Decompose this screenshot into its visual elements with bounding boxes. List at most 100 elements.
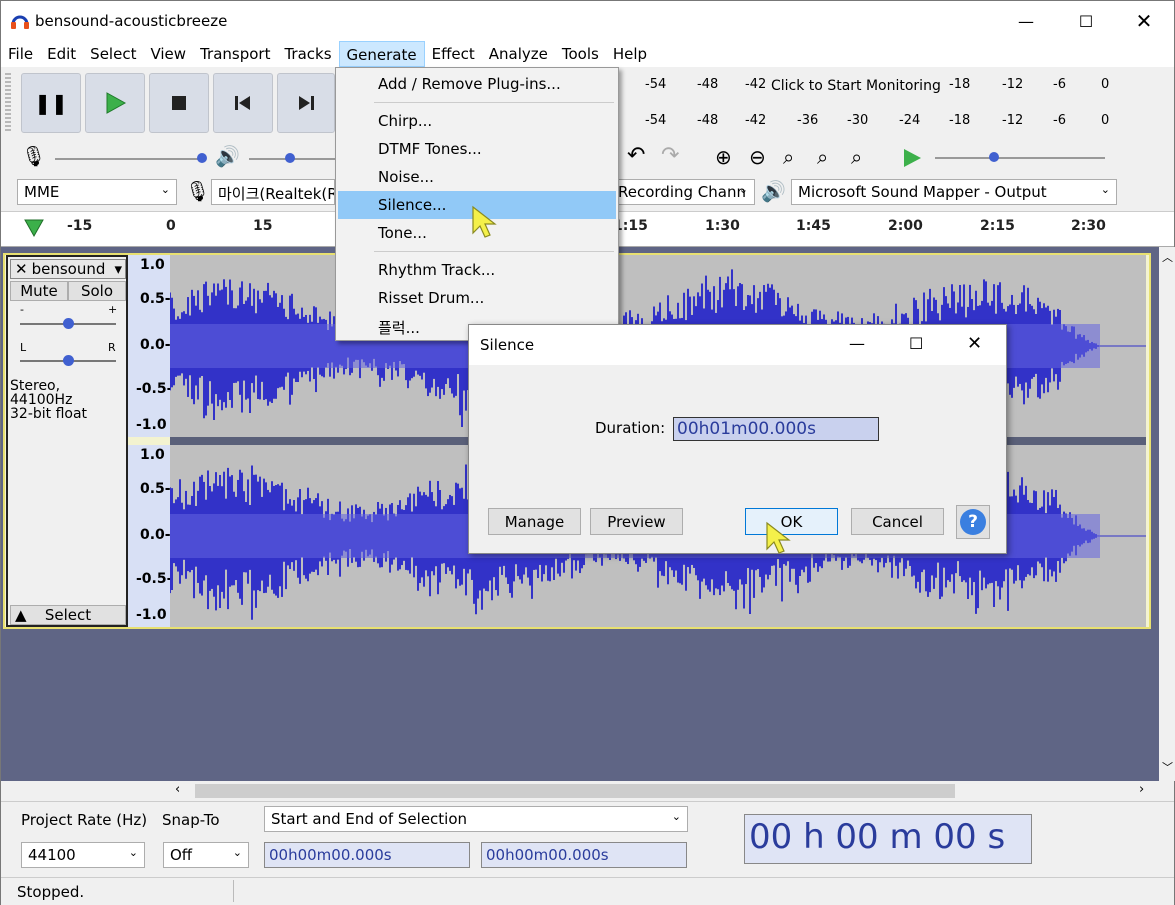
- gain-plus-label: +: [108, 303, 118, 316]
- recording-device-select[interactable]: 마이크(Realtek(R): [211, 179, 335, 205]
- vertical-scale[interactable]: 1.0 0.5- 0.0- -0.5- -1.0: [128, 255, 172, 437]
- fit-project-icon[interactable]: ⌕: [817, 145, 828, 169]
- zoom-toggle-icon[interactable]: ⌕: [851, 145, 862, 169]
- stop-button[interactable]: [149, 73, 209, 133]
- help-button[interactable]: ?: [956, 505, 990, 539]
- meter-tick: -42: [745, 113, 767, 128]
- play-at-speed-icon[interactable]: [901, 147, 923, 169]
- solo-button[interactable]: Solo: [68, 281, 126, 301]
- menu-item-chirp[interactable]: Chirp...: [338, 107, 616, 135]
- track-name-menu[interactable]: ✕ bensound ▾: [10, 259, 126, 279]
- selection-start-time[interactable]: 00h00m00.000s: [264, 842, 470, 868]
- menu-item-risset-drum[interactable]: Risset Drum...: [338, 284, 616, 312]
- mouse-cursor-icon: [472, 205, 497, 238]
- meter-tick: -36: [797, 113, 819, 128]
- preview-button[interactable]: Preview: [590, 508, 683, 535]
- recording-volume-slider[interactable]: [55, 158, 205, 160]
- menu-transport[interactable]: Transport: [193, 41, 277, 67]
- track-name: bensound: [31, 260, 106, 278]
- microphone-icon: 🎙: [185, 179, 211, 203]
- duration-input[interactable]: 00h01m00.000s: [673, 417, 879, 441]
- menu-select[interactable]: Select: [83, 41, 143, 67]
- audio-position-display[interactable]: 00 h 00 m 00 s: [744, 814, 1032, 864]
- meter-tick: -42: [745, 77, 767, 92]
- meter-tick: -12: [1002, 77, 1024, 92]
- menu-item-rhythm-track[interactable]: Rhythm Track...: [338, 256, 616, 284]
- undo-icon[interactable]: ↶: [627, 143, 645, 168]
- menu-analyze[interactable]: Analyze: [482, 41, 555, 67]
- dialog-minimize-button[interactable]: —: [849, 334, 865, 353]
- stop-icon: [172, 96, 186, 110]
- ruler-label: -15: [67, 218, 93, 234]
- edit-toolbar: ↶ ↷ ⊕ ⊖ ⌕ ⌕ ⌕: [623, 143, 1123, 173]
- menu-help[interactable]: Help: [606, 41, 654, 67]
- slider-thumb[interactable]: [989, 152, 999, 162]
- selection-mode-select[interactable]: Start and End of Selection ⌄: [264, 806, 688, 832]
- skip-end-icon: [299, 96, 314, 110]
- cancel-button[interactable]: Cancel: [851, 508, 944, 535]
- menu-item-dtmf-tones[interactable]: DTMF Tones...: [338, 135, 616, 163]
- audacity-logo-icon: [11, 15, 29, 29]
- horizontal-scrollbar[interactable]: ‹ ›: [169, 781, 1159, 801]
- playback-meter[interactable]: -54 -48 -42 -36 -30 -24 -18 -12 -6 0: [619, 107, 1119, 135]
- maximize-button[interactable]: ☐: [1056, 1, 1116, 41]
- status-bar: Stopped.: [1, 877, 1174, 905]
- zoom-in-icon[interactable]: ⊕: [715, 145, 732, 169]
- skip-to-end-button[interactable]: [277, 73, 335, 133]
- selection-toolbar: Project Rate (Hz) Snap-To Start and End …: [1, 801, 1174, 877]
- scroll-up-icon: ︿: [1162, 251, 1173, 264]
- menu-effect[interactable]: Effect: [425, 41, 482, 67]
- ruler-label: 0: [166, 218, 176, 234]
- menu-bar: File Edit Select View Transport Tracks G…: [1, 41, 1174, 67]
- ruler-label: 2:30: [1071, 218, 1106, 234]
- duration-label: Duration:: [595, 419, 666, 437]
- selection-end-time[interactable]: 00h00m00.000s: [481, 842, 687, 868]
- minimize-button[interactable]: —: [996, 1, 1056, 41]
- menu-view[interactable]: View: [143, 41, 193, 67]
- slider-thumb[interactable]: [63, 318, 74, 329]
- recording-meter[interactable]: -54 -48 -42 Click to Start Monitoring -1…: [619, 71, 1119, 101]
- play-speed-slider[interactable]: [935, 157, 1105, 159]
- mute-button[interactable]: Mute: [10, 281, 68, 301]
- dialog-close-button[interactable]: ✕: [967, 333, 982, 354]
- recording-channels-select[interactable]: Recording Chann ⌄: [613, 179, 755, 205]
- menu-item-add-remove-plugins[interactable]: Add / Remove Plug-ins...: [338, 70, 616, 98]
- meter-tick: -54: [645, 77, 667, 92]
- slider-thumb[interactable]: [63, 355, 74, 366]
- menu-tools[interactable]: Tools: [555, 41, 606, 67]
- slider-thumb[interactable]: [285, 153, 295, 163]
- manage-button[interactable]: Manage: [488, 508, 581, 535]
- dialog-title-bar: Silence — ☐ ✕: [469, 325, 1006, 365]
- project-rate-select[interactable]: 44100 ⌄: [21, 842, 145, 868]
- menu-file[interactable]: File: [1, 41, 40, 67]
- vertical-scale[interactable]: 1.0 0.5- 0.0- -0.5- -1.0: [128, 445, 172, 627]
- zoom-out-icon[interactable]: ⊖: [749, 145, 766, 169]
- scroll-thumb[interactable]: [195, 784, 955, 798]
- redo-icon[interactable]: ↷: [661, 143, 679, 168]
- playback-device-select[interactable]: Microsoft Sound Mapper - Output ⌄: [791, 179, 1117, 205]
- skip-to-start-button[interactable]: [213, 73, 273, 133]
- menu-tracks[interactable]: Tracks: [277, 41, 338, 67]
- gain-minus-label: -: [20, 303, 24, 316]
- menu-edit[interactable]: Edit: [40, 41, 83, 67]
- track-info: Stereo, 44100Hz 32-bit float: [10, 378, 88, 422]
- meter-tick: -48: [697, 77, 719, 92]
- play-button[interactable]: [85, 73, 145, 133]
- close-button[interactable]: ✕: [1114, 1, 1174, 41]
- meter-tick: -6: [1053, 113, 1066, 128]
- toolbar-grip[interactable]: [5, 73, 11, 133]
- menu-generate[interactable]: Generate: [338, 41, 425, 67]
- snap-to-select[interactable]: Off ⌄: [163, 842, 249, 868]
- vertical-scrollbar[interactable]: ︿ ﹀: [1159, 247, 1175, 781]
- menu-item-noise[interactable]: Noise...: [338, 163, 616, 191]
- audio-host-select[interactable]: MME ⌄: [17, 179, 177, 205]
- monitor-hint[interactable]: Click to Start Monitoring: [771, 78, 941, 94]
- slider-thumb[interactable]: [197, 153, 207, 163]
- chevron-down-icon: ▾: [114, 260, 122, 278]
- select-track-button[interactable]: ▲ Select: [10, 605, 126, 625]
- pause-button[interactable]: ❚❚: [21, 73, 81, 133]
- fit-selection-icon[interactable]: ⌕: [783, 145, 794, 169]
- pin-play-head-icon[interactable]: [23, 218, 45, 238]
- dialog-maximize-button[interactable]: ☐: [909, 334, 923, 353]
- meter-tick: 0: [1101, 77, 1110, 92]
